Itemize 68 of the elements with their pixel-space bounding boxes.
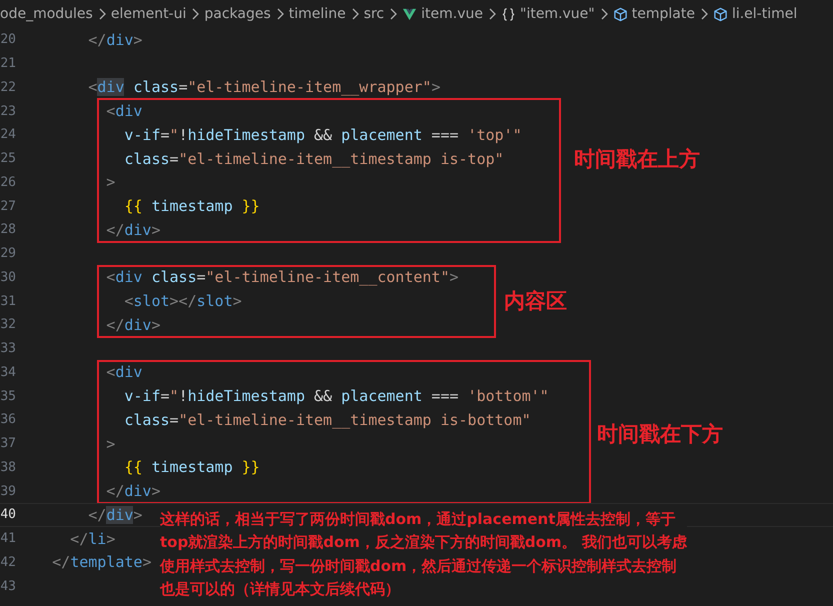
line-number: 38 [0, 460, 16, 475]
code-line: class="el-timeline-item__timestamp is-top" [123, 150, 504, 168]
line-number: 27 [0, 198, 16, 214]
line-number: 43 [0, 578, 16, 594]
code-line: <div class="el-timeline-item__wrapper"> [87, 78, 440, 96]
code-line: <div [105, 102, 142, 120]
annotation-label: 时间戳在下方 [597, 420, 723, 448]
chevron-icon [389, 8, 398, 20]
breadcrumb-item[interactable]: element-ui [110, 6, 186, 22]
annotation-label: 时间戳在上方 [574, 146, 700, 172]
line-number: 21 [0, 56, 16, 72]
line-number: 31 [0, 294, 16, 309]
chevron-icon [191, 8, 200, 20]
code-line: </div> [87, 506, 142, 524]
line-number: 26 [0, 174, 16, 190]
code-line: </div> [105, 482, 160, 500]
line-number: 32 [0, 317, 16, 332]
code-line: {{ timestamp }} [123, 458, 260, 476]
chevron-icon [700, 8, 708, 20]
line-number: 35 [0, 388, 16, 404]
line-number: 28 [0, 222, 16, 238]
vue-logo-icon [402, 6, 418, 22]
line-number: 37 [0, 436, 16, 452]
code-line: </li> [69, 530, 116, 548]
code-line: <div [105, 363, 142, 382]
breadcrumb-item[interactable]: li.el-timel [732, 6, 798, 22]
code-line: <div class="el-timeline-item__content"> [105, 268, 459, 286]
code-line: </div> [105, 316, 160, 334]
chevron-icon [350, 8, 359, 20]
line-number: 34 [0, 364, 16, 380]
code-line: </div> [105, 220, 160, 239]
code-line: v-if="!hideTimestamp && placement === 'top'" [123, 126, 522, 144]
line-number: 22 [0, 80, 16, 95]
breadcrumb-item[interactable]: "item.vue" [520, 6, 595, 22]
chevron-icon [98, 8, 106, 20]
breadcrumb-item[interactable]: ode_modules [0, 6, 93, 22]
chevron-icon [600, 8, 608, 20]
annotation-label: 内容区 [504, 288, 567, 316]
code-line: </template> [51, 553, 152, 572]
line-number: 33 [0, 341, 16, 356]
cube-icon [712, 6, 728, 22]
line-number: 41 [0, 531, 16, 546]
line-number: 29 [0, 246, 16, 262]
line-number: 23 [0, 104, 16, 119]
code-line: > [105, 434, 116, 453]
line-number: 30 [0, 270, 16, 285]
braces-icon [501, 6, 516, 22]
line-number: 42 [0, 554, 16, 570]
breadcrumb-item[interactable]: src [364, 6, 384, 22]
chevron-icon [276, 8, 284, 20]
line-number: 24 [0, 127, 16, 142]
code-line: </div> [87, 30, 142, 49]
breadcrumb-item[interactable]: template [632, 6, 695, 22]
breadcrumb-item[interactable]: timeline [288, 6, 346, 22]
code-line: v-if="!hideTimestamp && placement === 'bottom'" [123, 387, 549, 406]
line-number: 39 [0, 484, 16, 499]
line-number: 25 [0, 151, 16, 166]
code-line: {{ timestamp }} [123, 197, 260, 216]
code-line: class="el-timeline-item__timestamp is-bottom" [123, 410, 531, 429]
breadcrumb-item[interactable]: packages [204, 6, 271, 22]
code-line: > [105, 173, 116, 192]
code-line: <slot></slot> [123, 292, 242, 310]
chevron-icon [488, 8, 496, 20]
cube-icon [612, 6, 628, 22]
line-number: 40 [0, 507, 16, 522]
line-number: 36 [0, 412, 16, 428]
line-number: 20 [0, 32, 16, 48]
breadcrumb-item[interactable]: item.vue [421, 6, 483, 22]
